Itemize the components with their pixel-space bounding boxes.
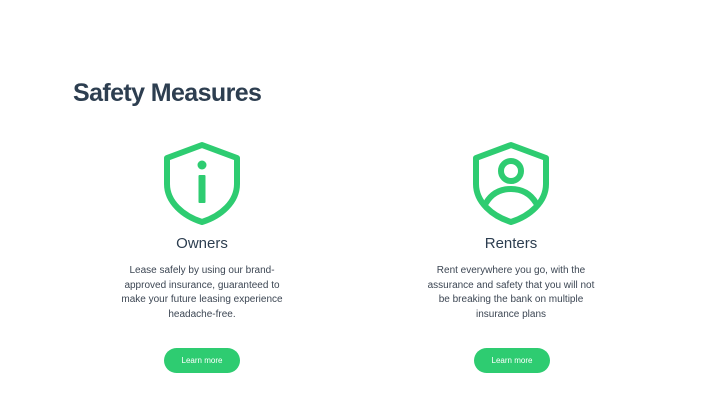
renters-learn-more-button[interactable]: Learn more bbox=[474, 348, 550, 373]
owners-card: Owners Lease safely by using our brand-a… bbox=[92, 140, 312, 322]
renters-heading: Renters bbox=[484, 235, 538, 252]
shield-info-icon bbox=[161, 140, 243, 226]
owners-learn-more-button[interactable]: Learn more bbox=[164, 348, 240, 373]
shield-user-icon bbox=[470, 140, 552, 226]
safety-measures-section: Safety Measures Owners Lease safely by u… bbox=[0, 0, 710, 415]
owners-description: Lease safely by using our brand-approved… bbox=[121, 265, 283, 320]
renters-card: Renters Rent everywhere you go, with the… bbox=[401, 140, 621, 322]
renters-description: Rent everywhere you go, with the assuran… bbox=[427, 265, 595, 320]
section-title: Safety Measures bbox=[73, 79, 262, 107]
owners-heading: Owners bbox=[176, 235, 228, 252]
